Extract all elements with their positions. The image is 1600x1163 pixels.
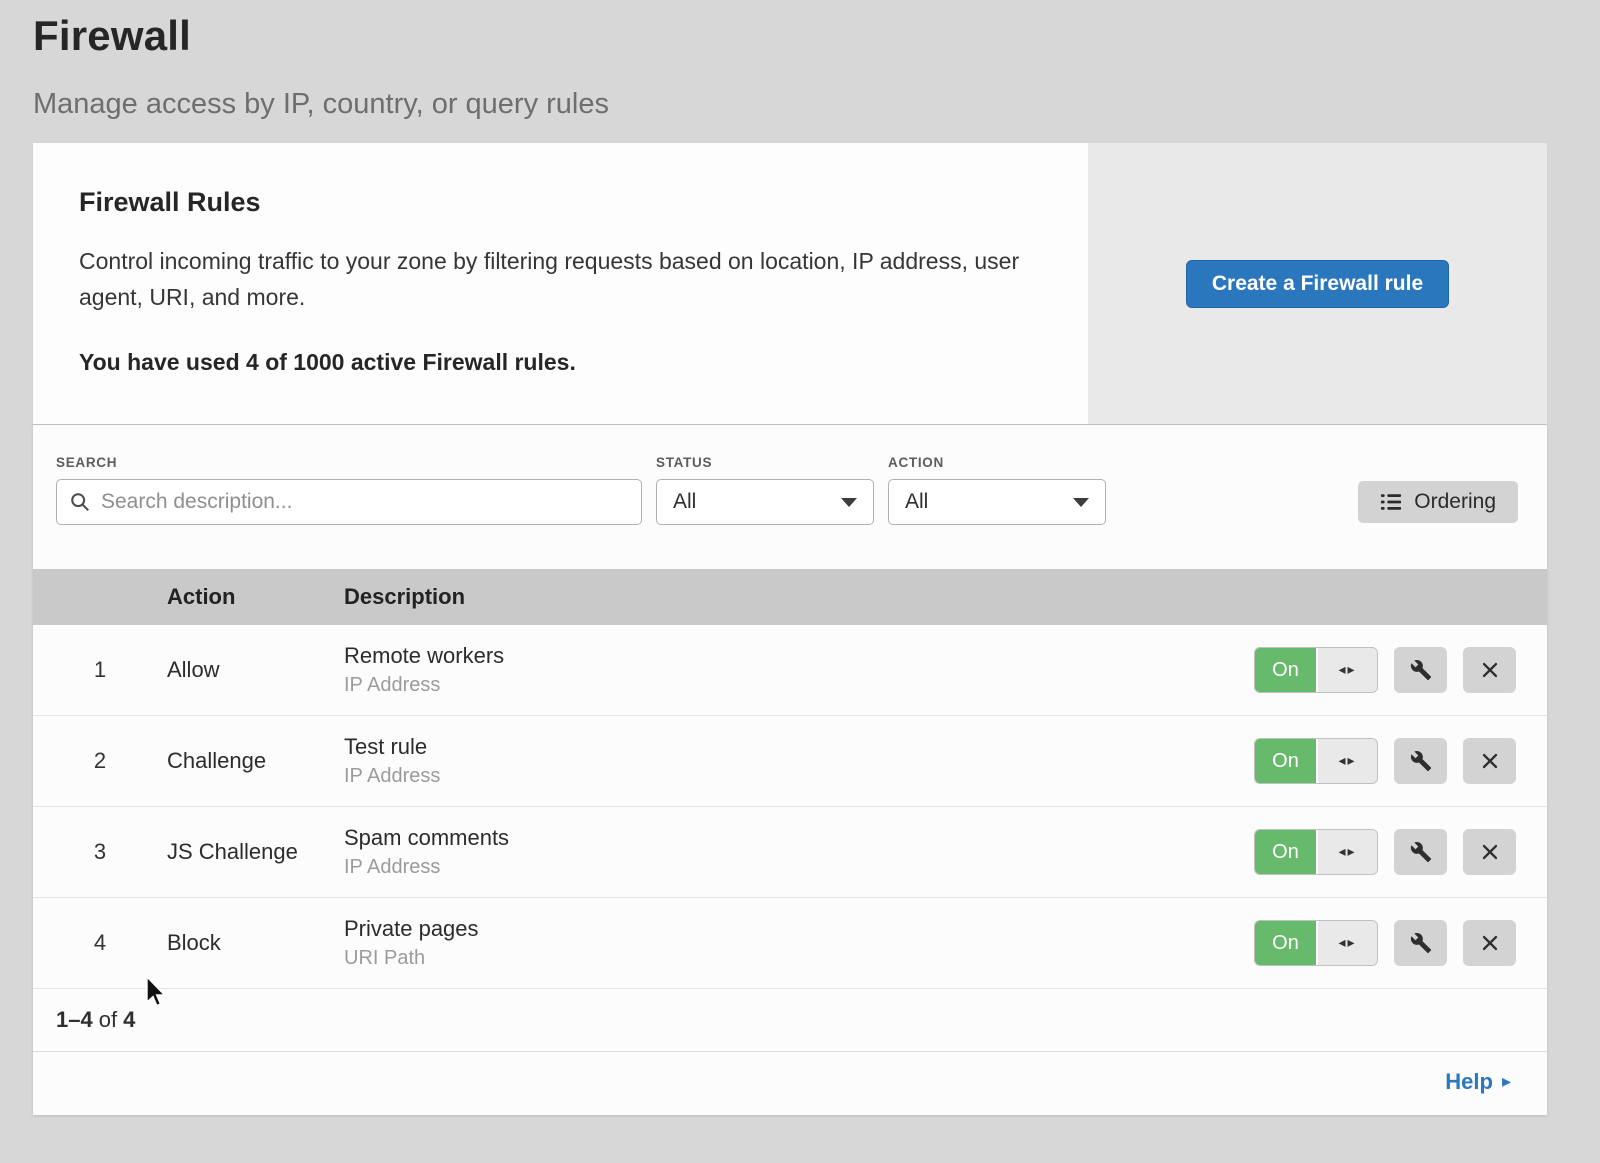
status-filter: STATUS All	[656, 455, 874, 525]
filters-bar: SEARCH STATUS All ACTION All	[33, 425, 1547, 525]
action-filter: ACTION All	[888, 455, 1106, 525]
close-icon	[1479, 841, 1501, 863]
firewall-rules-card: Firewall Rules Control incoming traffic …	[33, 143, 1547, 425]
column-description: Description	[344, 584, 1547, 610]
delete-rule-button[interactable]	[1463, 738, 1516, 784]
edit-rule-button[interactable]	[1394, 920, 1447, 966]
close-icon	[1479, 750, 1501, 772]
column-action: Action	[167, 584, 344, 610]
pagination-range: 1–4	[56, 1007, 93, 1033]
table-row: 2 Challenge Test rule IP Address On ◂▸	[33, 716, 1547, 807]
help-label: Help	[1445, 1069, 1493, 1095]
rules-usage-text: You have used 4 of 1000 active Firewall …	[79, 349, 1028, 376]
action-select[interactable]: All	[888, 479, 1106, 525]
card-description: Control incoming traffic to your zone by…	[79, 244, 1024, 315]
rule-description-cell: Test rule IP Address	[344, 734, 1254, 788]
rule-enabled-toggle[interactable]: On ◂▸	[1254, 829, 1378, 875]
ordering-button[interactable]: Ordering	[1358, 481, 1518, 523]
rule-action: Challenge	[167, 748, 344, 774]
status-select[interactable]: All	[656, 479, 874, 525]
rule-match-type: IP Address	[344, 765, 1254, 788]
ordering-label: Ordering	[1414, 490, 1496, 514]
table-row: 1 Allow Remote workers IP Address On ◂▸	[33, 625, 1547, 716]
row-controls: On ◂▸	[1254, 647, 1547, 693]
search-icon	[69, 491, 91, 513]
rule-priority: 3	[33, 839, 167, 865]
rule-match-type: URI Path	[344, 947, 1254, 970]
card-heading: Firewall Rules	[79, 187, 1028, 218]
toggle-on-label: On	[1255, 921, 1316, 965]
rule-description-cell: Remote workers IP Address	[344, 643, 1254, 697]
action-selected-value: All	[905, 490, 928, 514]
search-label: SEARCH	[56, 455, 642, 470]
wrench-icon	[1410, 750, 1432, 772]
rule-description: Test rule	[344, 734, 1254, 760]
rule-action: Allow	[167, 657, 344, 683]
page-title: Firewall	[33, 12, 1600, 60]
delete-rule-button[interactable]	[1463, 920, 1516, 966]
pagination-total: 4	[123, 1007, 135, 1033]
rule-enabled-toggle[interactable]: On ◂▸	[1254, 920, 1378, 966]
pagination: 1–4 of 4	[33, 989, 1547, 1051]
rules-panel: SEARCH STATUS All ACTION All	[33, 425, 1547, 1115]
rule-description-cell: Private pages URI Path	[344, 916, 1254, 970]
delete-rule-button[interactable]	[1463, 647, 1516, 693]
edit-rule-button[interactable]	[1394, 829, 1447, 875]
action-label: ACTION	[888, 455, 1106, 470]
close-icon	[1479, 932, 1501, 954]
page-header: Firewall Manage access by IP, country, o…	[0, 0, 1600, 121]
toggle-arrows-icon: ◂▸	[1316, 921, 1377, 965]
wrench-icon	[1410, 659, 1432, 681]
card-action-area: Create a Firewall rule	[1088, 143, 1547, 424]
status-label: STATUS	[656, 455, 874, 470]
rule-action: JS Challenge	[167, 839, 344, 865]
toggle-on-label: On	[1255, 648, 1316, 692]
edit-rule-button[interactable]	[1394, 647, 1447, 693]
toggle-arrows-icon: ◂▸	[1316, 648, 1377, 692]
chevron-right-icon: ▸	[1502, 1073, 1511, 1091]
table-row: 3 JS Challenge Spam comments IP Address …	[33, 807, 1547, 898]
firewall-rules-card-body: Firewall Rules Control incoming traffic …	[33, 143, 1088, 424]
rule-action: Block	[167, 930, 344, 956]
rule-priority: 1	[33, 657, 167, 683]
wrench-icon	[1410, 841, 1432, 863]
toggle-on-label: On	[1255, 830, 1316, 874]
search-filter: SEARCH	[56, 455, 642, 525]
help-link[interactable]: Help ▸	[1445, 1069, 1511, 1095]
pagination-of: of	[99, 1007, 117, 1033]
rule-priority: 4	[33, 930, 167, 956]
toggle-arrows-icon: ◂▸	[1316, 830, 1377, 874]
table-header: Action Description	[33, 569, 1547, 625]
rule-enabled-toggle[interactable]: On ◂▸	[1254, 738, 1378, 784]
edit-rule-button[interactable]	[1394, 738, 1447, 784]
rule-match-type: IP Address	[344, 674, 1254, 697]
rule-enabled-toggle[interactable]: On ◂▸	[1254, 647, 1378, 693]
close-icon	[1479, 659, 1501, 681]
search-box	[56, 479, 642, 525]
status-selected-value: All	[673, 490, 696, 514]
page-subtitle: Manage access by IP, country, or query r…	[33, 88, 1600, 121]
row-controls: On ◂▸	[1254, 829, 1547, 875]
row-controls: On ◂▸	[1254, 920, 1547, 966]
rule-description: Remote workers	[344, 643, 1254, 669]
rule-description: Private pages	[344, 916, 1254, 942]
panel-footer: Help ▸	[33, 1051, 1547, 1112]
wrench-icon	[1410, 932, 1432, 954]
chevron-down-icon	[841, 498, 857, 507]
delete-rule-button[interactable]	[1463, 829, 1516, 875]
ordered-list-icon	[1380, 491, 1402, 513]
row-controls: On ◂▸	[1254, 738, 1547, 784]
create-firewall-rule-button[interactable]: Create a Firewall rule	[1186, 260, 1449, 308]
rule-match-type: IP Address	[344, 856, 1254, 879]
toggle-on-label: On	[1255, 739, 1316, 783]
search-input[interactable]	[56, 479, 642, 525]
toggle-arrows-icon: ◂▸	[1316, 739, 1377, 783]
rule-description: Spam comments	[344, 825, 1254, 851]
rule-description-cell: Spam comments IP Address	[344, 825, 1254, 879]
table-row: 4 Block Private pages URI Path On ◂▸	[33, 898, 1547, 989]
chevron-down-icon	[1073, 498, 1089, 507]
rule-priority: 2	[33, 748, 167, 774]
